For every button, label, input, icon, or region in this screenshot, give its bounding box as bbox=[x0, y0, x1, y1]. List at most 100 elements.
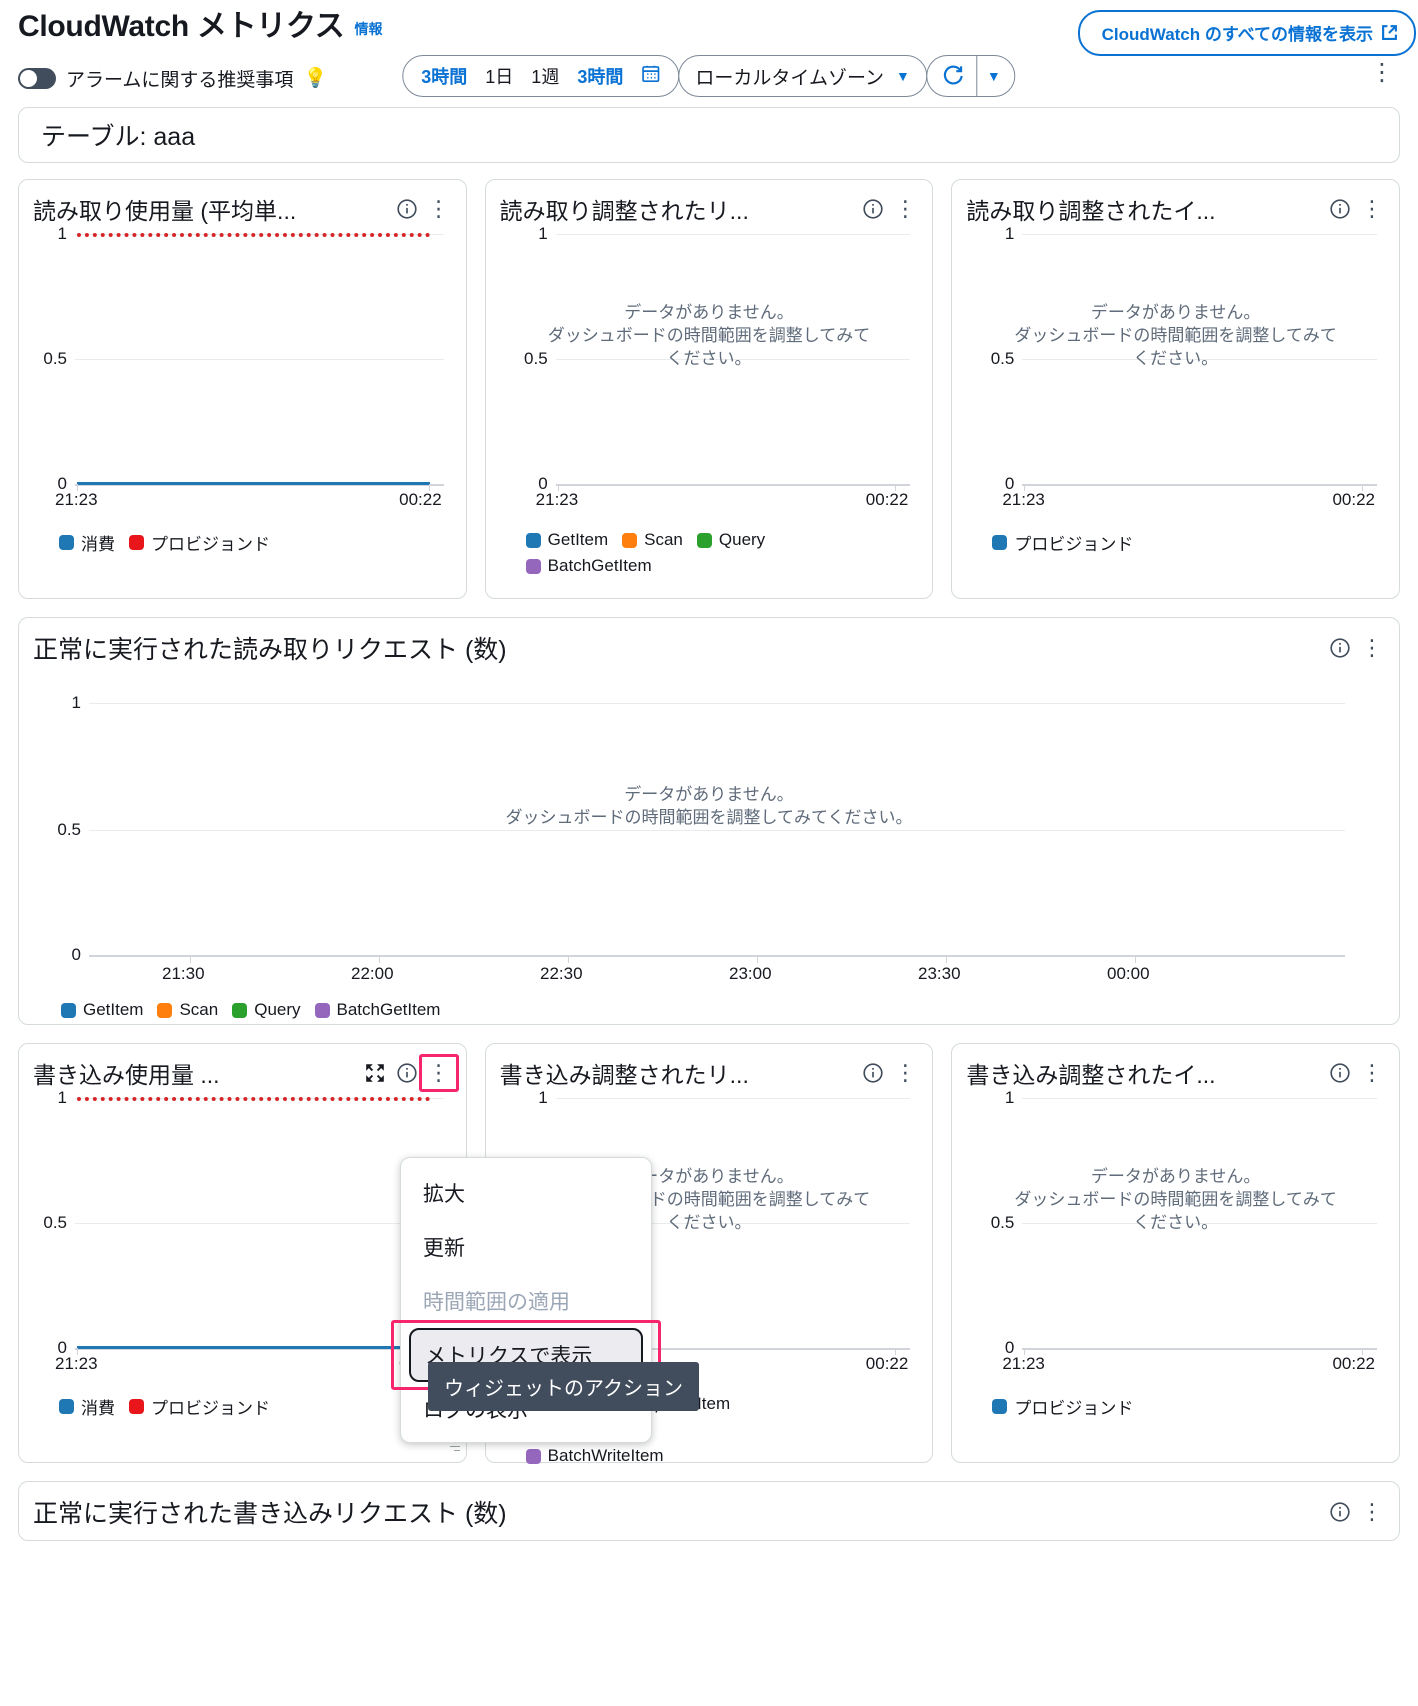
series-provisioned bbox=[77, 1097, 430, 1101]
legend-item[interactable]: プロビジョンド bbox=[992, 1394, 1133, 1419]
menu-item-refresh[interactable]: 更新 bbox=[401, 1220, 651, 1274]
gridline-mid bbox=[89, 830, 1345, 831]
expand-icon[interactable] bbox=[362, 1060, 388, 1086]
chart-read-throttled-events: 1 0.5 データがありません。 ダッシュボードの時間範囲を調整してみて くださ… bbox=[966, 224, 1385, 522]
legend-item[interactable]: プロビジョンド bbox=[992, 530, 1133, 555]
widget-successful-write-requests: 正常に実行された書き込みリクエスト (数) ⋮ bbox=[18, 1481, 1400, 1541]
widget-row-4: 正常に実行された書き込みリクエスト (数) ⋮ bbox=[18, 1481, 1400, 1541]
legend-swatch bbox=[232, 1002, 248, 1018]
legend-item[interactable]: Query bbox=[696, 530, 765, 550]
y-tick-0.5: 0.5 bbox=[43, 1213, 67, 1232]
legend-item[interactable]: Scan bbox=[622, 530, 683, 550]
chart-write-throttled-events: 1 0.5 データがありません。 ダッシュボードの時間範囲を調整してみて くださ… bbox=[966, 1088, 1385, 1386]
time-range-segment-group[interactable]: 3時間 1日 1週 3時間 bbox=[402, 55, 680, 97]
widget-header: 正常に実行された読み取りリクエスト (数) ⋮ bbox=[33, 630, 1385, 666]
table-header-bar: テーブル: aaa bbox=[18, 107, 1400, 163]
info-icon[interactable] bbox=[860, 1060, 886, 1086]
y-tick-1: 1 bbox=[57, 224, 67, 243]
widget-actions-kebab-menu-icon[interactable]: ⋮ bbox=[1359, 1499, 1385, 1525]
widget-title: 正常に実行された書き込みリクエスト (数) bbox=[33, 1500, 507, 1528]
widget-actions-kebab-menu-icon[interactable]: ⋮ bbox=[426, 196, 452, 222]
chart-legend: 消費 プロビジョンド bbox=[33, 1394, 452, 1419]
widget-actions-kebab-menu-icon[interactable]: ⋮ bbox=[1359, 635, 1385, 661]
legend-item[interactable]: BatchGetItem bbox=[314, 1000, 440, 1020]
info-icon[interactable] bbox=[860, 196, 886, 222]
info-icon[interactable] bbox=[394, 196, 420, 222]
legend-item[interactable]: BatchWriteItem bbox=[525, 1446, 664, 1466]
widget-actions-kebab-menu-icon[interactable]: ⋮ bbox=[1359, 1060, 1385, 1086]
gridline-mid bbox=[75, 1223, 444, 1224]
legend-item[interactable]: プロビジョンド bbox=[129, 1394, 270, 1419]
legend-item[interactable]: Scan bbox=[157, 1000, 218, 1020]
y-tick-1: 1 bbox=[538, 224, 548, 243]
widget-actions-kebab-menu-icon[interactable]: ⋮ bbox=[418, 1054, 459, 1092]
widget-title: 読み取り調整されたイ... bbox=[966, 198, 1216, 224]
time-range-controls: 3時間 1日 1週 3時間 ローカルタイムゾーン ▼ ▼ bbox=[402, 55, 1016, 97]
info-icon[interactable] bbox=[1327, 1060, 1353, 1086]
legend-swatch bbox=[129, 535, 144, 550]
chart-write-usage: 1 0.5 0 21:23 00:22 bbox=[33, 1088, 452, 1386]
no-data-line-1: データがありません。 bbox=[1090, 1167, 1261, 1186]
x-tick-label: 23:30 bbox=[918, 964, 961, 983]
y-tick-1: 1 bbox=[57, 1088, 67, 1107]
x-tick-label-start: 21:23 bbox=[55, 1354, 98, 1373]
x-tick bbox=[379, 955, 380, 963]
legend-item[interactable]: GetItem bbox=[525, 530, 609, 550]
chart-legend: GetItem Scan Query BatchGetItem bbox=[500, 530, 919, 576]
controls-row: アラームに関する推奨事項 💡 3時間 1日 1週 3時間 ローカルタイムゾーン … bbox=[18, 55, 1400, 101]
legend-item[interactable]: プロビジョンド bbox=[129, 530, 270, 555]
refresh-group[interactable]: ▼ bbox=[925, 55, 1016, 97]
widget-resize-handle[interactable] bbox=[444, 1442, 460, 1458]
x-tick-label-start: 21:23 bbox=[55, 490, 98, 509]
legend-item[interactable]: BatchGetItem bbox=[525, 556, 919, 576]
no-data-message: データがありません。 ダッシュボードの時間範囲を調整してみて ください。 bbox=[966, 1166, 1385, 1235]
x-tick-label-end: 00:22 bbox=[399, 490, 442, 509]
widget-title: 書き込み調整されたリ... bbox=[499, 1062, 749, 1088]
time-range-custom[interactable]: 3時間 bbox=[577, 63, 623, 89]
page-title: CloudWatch メトリクス bbox=[18, 10, 345, 43]
alarm-recommendations-toggle[interactable] bbox=[18, 67, 56, 89]
no-data-line-2: ダッシュボードの時間範囲を調整してみて bbox=[1014, 325, 1337, 345]
calendar-icon[interactable] bbox=[641, 64, 660, 88]
x-axis-line bbox=[1022, 1348, 1378, 1350]
refresh-options-chevron-down-icon[interactable]: ▼ bbox=[977, 68, 1015, 84]
info-link[interactable]: 情報 bbox=[355, 19, 383, 43]
widget-actions-kebab-menu-icon[interactable]: ⋮ bbox=[892, 196, 918, 222]
widget-header: 正常に実行された書き込みリクエスト (数) ⋮ bbox=[33, 1494, 1385, 1530]
alarm-recommendations-toggle-group[interactable]: アラームに関する推奨事項 💡 bbox=[18, 65, 327, 92]
x-tick-label-end: 00:22 bbox=[1332, 490, 1376, 509]
lightbulb-icon: 💡 bbox=[303, 68, 328, 89]
y-tick-0.5: 0.5 bbox=[43, 349, 67, 368]
legend-item[interactable]: GetItem bbox=[61, 1000, 143, 1020]
view-all-cloudwatch-button[interactable]: CloudWatch のすべての情報を表示 bbox=[1077, 10, 1416, 56]
no-data-line-2: ダッシュボードの時間範囲を調整してみてください。 bbox=[505, 807, 913, 827]
info-icon[interactable] bbox=[1327, 1499, 1353, 1525]
legend-label: GetItem bbox=[547, 530, 609, 549]
x-tick-label: 21:30 bbox=[162, 964, 205, 983]
time-range-1d[interactable]: 1日 bbox=[485, 63, 513, 89]
refresh-icon[interactable] bbox=[927, 64, 976, 88]
menu-item-enlarge[interactable]: 拡大 bbox=[401, 1166, 651, 1220]
page-actions-kebab-menu-icon[interactable]: ⋮ bbox=[1370, 61, 1394, 85]
legend-item[interactable]: 消費 bbox=[59, 530, 115, 555]
info-icon[interactable] bbox=[1327, 635, 1353, 661]
legend-item[interactable]: Query bbox=[232, 1000, 301, 1020]
legend-swatch bbox=[622, 532, 638, 548]
legend-item[interactable]: 消費 bbox=[59, 1394, 115, 1419]
widget-row-1: 読み取り使用量 (平均単... ⋮ 1 0.5 0 21:23 00:22 消費… bbox=[18, 179, 1401, 599]
info-icon[interactable] bbox=[1327, 196, 1353, 222]
info-icon[interactable] bbox=[394, 1060, 420, 1086]
timezone-select[interactable]: ローカルタイムゾーン ▼ bbox=[678, 55, 927, 97]
gridline-top bbox=[89, 703, 1345, 704]
x-tick-label-start: 21:23 bbox=[1002, 490, 1045, 509]
x-axis-line bbox=[1022, 484, 1378, 486]
widget-title: 書き込み使用量 ... bbox=[33, 1062, 220, 1088]
no-data-line-1: データがありません。 bbox=[1090, 303, 1261, 322]
widget-actions-kebab-menu-icon[interactable]: ⋮ bbox=[1359, 196, 1385, 222]
widget-actions-kebab-menu-icon[interactable]: ⋮ bbox=[892, 1060, 918, 1086]
time-range-3h[interactable]: 3時間 bbox=[421, 63, 467, 89]
widget-header: 書き込み調整されたリ... ⋮ bbox=[500, 1056, 919, 1090]
time-range-1w[interactable]: 1週 bbox=[531, 63, 559, 89]
page-header: CloudWatch メトリクス 情報 CloudWatch のすべての情報を表… bbox=[0, 0, 1418, 101]
legend-swatch bbox=[992, 1399, 1008, 1414]
